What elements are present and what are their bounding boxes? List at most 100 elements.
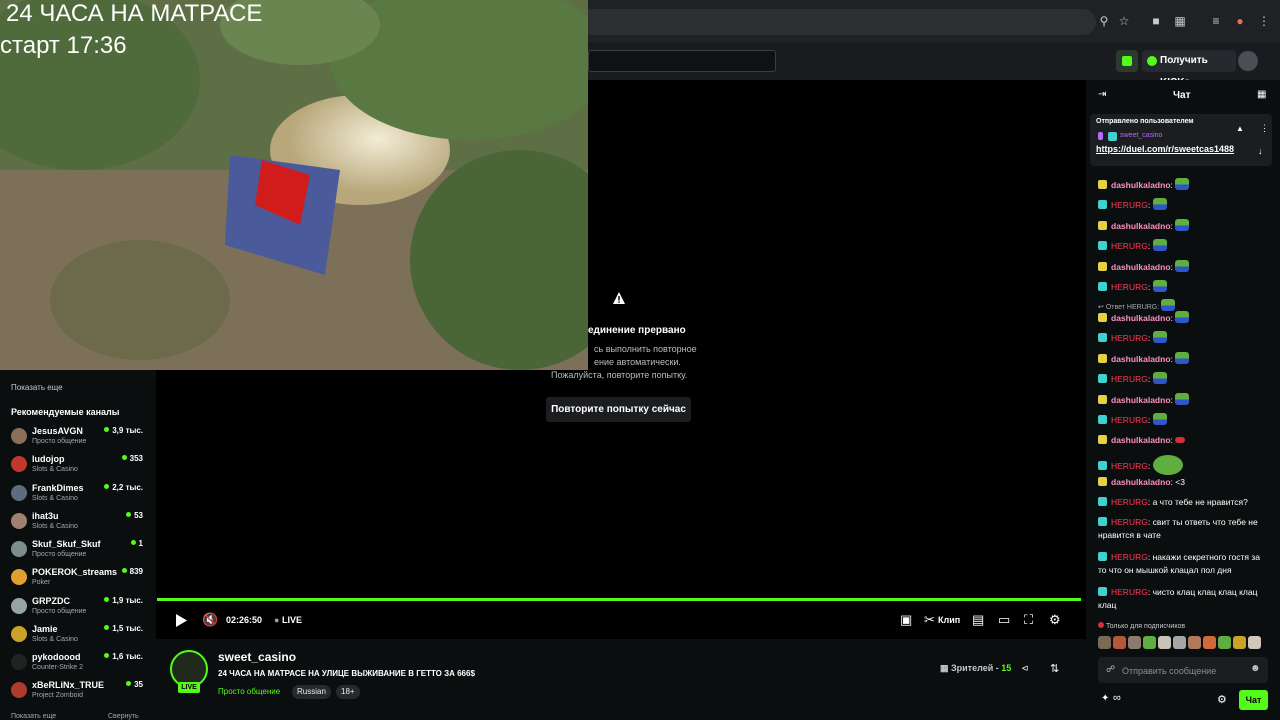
channel-item[interactable]: pykodoood Counter-Strike 2 1,6 тыс. [11, 652, 151, 680]
user-avatar[interactable] [1238, 51, 1258, 71]
fullscreen-icon[interactable]: ⛶ [1024, 613, 1033, 627]
chat-username[interactable]: HERURG [1111, 282, 1148, 292]
settings-icon[interactable]: ⚙ [1049, 613, 1061, 627]
miniplayer-icon[interactable]: ▣ [900, 613, 912, 627]
emote-icon[interactable] [1173, 636, 1186, 649]
clip-button[interactable]: Клип [938, 615, 960, 625]
emote-icon[interactable] [1098, 636, 1111, 649]
chat-users-icon[interactable]: ▦ [1257, 89, 1266, 100]
clip-icon[interactable]: ✂ [924, 613, 935, 627]
pepe-emote-icon [1152, 413, 1167, 425]
emote-icon[interactable] [1233, 636, 1246, 649]
pepe-emote-icon [1175, 178, 1190, 190]
profile-icon[interactable]: ● [1232, 13, 1248, 29]
stream-category[interactable]: Просто общение [218, 687, 280, 696]
play-icon[interactable] [176, 614, 187, 627]
emote-icon[interactable] [1128, 636, 1141, 649]
user-badge-icon [1098, 395, 1107, 404]
tag-age[interactable]: 18+ [336, 685, 360, 699]
chat-username[interactable]: HERURG [1111, 374, 1148, 384]
retry-button[interactable]: Повторите попытку сейчас [546, 397, 691, 422]
channel-item[interactable]: GRPZDC Просто общение 1,9 тыс. [11, 596, 151, 624]
show-more-link[interactable]: Показать еще [11, 713, 56, 720]
chat-send-button[interactable]: Чат [1239, 690, 1268, 710]
more-options-icon[interactable]: ⇅ [1050, 662, 1059, 675]
collapse-link[interactable]: Свернуть [108, 713, 139, 720]
chat-username[interactable]: HERURG [1111, 241, 1148, 251]
show-more-link[interactable]: Показать еще [11, 383, 63, 392]
streamer-name[interactable]: sweet_casino [218, 650, 296, 664]
star-icon[interactable]: ☆ [1116, 13, 1132, 29]
theater-mode-icon[interactable]: ▭ [998, 613, 1010, 627]
channel-category: Slots & Casino [32, 466, 78, 473]
emote-icon[interactable] [1143, 636, 1156, 649]
chat-username[interactable]: dashulkaladno [1111, 477, 1171, 487]
live-badge: LIVE [178, 682, 200, 693]
channel-category: Просто общение [32, 438, 87, 445]
emoji-icon[interactable]: ☻ [1250, 663, 1261, 674]
channel-item[interactable]: Skuf_Skuf_Skuf Просто общение 1 [11, 539, 151, 567]
chat-username[interactable]: HERURG [1111, 333, 1148, 343]
chat-username[interactable]: HERURG [1111, 497, 1148, 507]
emote-icon[interactable] [1188, 636, 1201, 649]
live-label[interactable]: LIVE [282, 615, 302, 625]
mute-icon[interactable]: 🔇 [202, 613, 218, 627]
store-button[interactable] [1116, 50, 1138, 72]
emote-icon[interactable] [1203, 636, 1216, 649]
chat-username[interactable]: HERURG [1111, 200, 1148, 210]
chat-username[interactable]: HERURG [1111, 552, 1148, 562]
channel-item[interactable]: ludojop Slots & Casino 353 [11, 454, 151, 482]
chat-username[interactable]: dashulkaladno [1111, 180, 1171, 190]
chat-username[interactable]: HERURG [1111, 461, 1148, 471]
collapse-chat-icon[interactable]: ⇥ [1098, 89, 1106, 100]
tag-language[interactable]: Russian [292, 685, 331, 699]
channel-avatar [11, 654, 27, 670]
chat-colon: : [1147, 200, 1153, 210]
channel-name: pykodoood [32, 652, 81, 662]
pinned-menu-icon[interactable]: ⋮ [1260, 123, 1269, 134]
emote-icon[interactable] [1218, 636, 1231, 649]
pinned-user[interactable]: sweet_casino [1120, 132, 1162, 139]
chat-username[interactable]: dashulkaladno [1111, 262, 1171, 272]
chat-username[interactable]: dashulkaladno [1111, 435, 1171, 445]
pin-icon[interactable]: ▲ [1236, 124, 1244, 133]
stream-title: 24 ЧАСА НА МАТРАСЕ НА УЛИЦЕ ВЫЖИВАНИЕ В … [218, 669, 475, 678]
chat-username[interactable]: dashulkaladno [1111, 313, 1171, 323]
chat-username[interactable]: HERURG [1111, 415, 1148, 425]
channel-item[interactable]: POKEROK_streams Poker 839 [11, 567, 151, 595]
address-bar[interactable] [588, 9, 1096, 35]
emote-icon[interactable] [1248, 636, 1261, 649]
expand-icon[interactable]: ↓ [1258, 146, 1263, 156]
points-icon[interactable]: ✦ [1101, 693, 1109, 704]
extension-icon[interactable]: ■ [1148, 13, 1164, 29]
chat-username[interactable]: HERURG [1111, 517, 1148, 527]
reading-list-icon[interactable]: ≡ [1208, 13, 1224, 29]
channel-item[interactable]: JesusAVGN Просто общение 3,9 тыс. [11, 426, 151, 454]
channel-item[interactable]: FrankDimes Slots & Casino 2,2 тыс. [11, 483, 151, 511]
share-icon[interactable]: ⪦ [1022, 662, 1028, 675]
get-kicks-button[interactable]: Получить KICKs [1142, 50, 1236, 88]
puzzle-icon[interactable]: ▦ [1172, 13, 1188, 29]
search-input[interactable] [588, 50, 776, 72]
emote-icon[interactable] [1158, 636, 1171, 649]
chat-username[interactable]: HERURG [1111, 587, 1148, 597]
heart-icon [1098, 622, 1104, 628]
chat-username[interactable]: dashulkaladno [1111, 354, 1171, 364]
emote-icon[interactable] [1113, 636, 1126, 649]
live-dot: ● [274, 615, 280, 625]
pepe-emote-icon [1175, 219, 1190, 231]
channel-item[interactable]: ihat3u Slots & Casino 53 [11, 511, 151, 539]
chat-input[interactable] [1120, 661, 1244, 681]
menu-icon[interactable]: ⋮ [1256, 13, 1272, 29]
zoom-icon[interactable]: ⚲ [1096, 13, 1112, 29]
theater-off-icon[interactable]: ▤ [972, 613, 984, 627]
chat-username[interactable]: dashulkaladno [1111, 221, 1171, 231]
chat-username[interactable]: dashulkaladno [1111, 395, 1171, 405]
pinned-link[interactable]: https://duel.com/r/sweetcas1488 [1096, 144, 1234, 154]
channel-item[interactable]: Jamie Slots & Casino 1,5 тыс. [11, 624, 151, 652]
channel-item[interactable]: xBeRLiNx_TRUE Project Zomboid 35 [11, 680, 151, 708]
user-badge-icon [1098, 262, 1107, 271]
pepe-emote-icon [1152, 280, 1167, 292]
channel-category: Просто общение [32, 608, 87, 615]
chat-settings-icon[interactable]: ⚙ [1217, 693, 1227, 706]
